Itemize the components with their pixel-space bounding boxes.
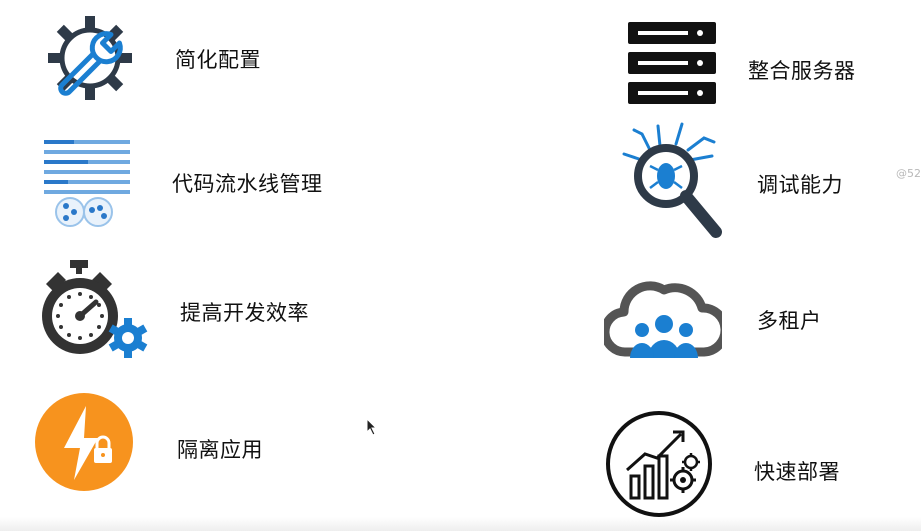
stopwatch-gear-icon <box>42 260 148 358</box>
feature-label: 多租户 <box>757 309 822 333</box>
feature-label: 整合服务器 <box>748 59 856 83</box>
feature-label: 简化配置 <box>175 48 261 72</box>
feature-label: 隔离应用 <box>177 438 263 462</box>
feature-label: 代码流水线管理 <box>172 172 323 196</box>
server-stack-icon <box>628 22 716 104</box>
wrench-gear-icon <box>48 16 132 100</box>
growth-chart-icon <box>606 411 712 517</box>
pipeline-icon <box>44 140 130 227</box>
watermark-text: @52 <box>896 167 921 180</box>
feature-label: 提高开发效率 <box>180 301 309 325</box>
bottom-edge <box>0 517 921 531</box>
feature-label: 快速部署 <box>754 460 840 484</box>
lightning-lock-icon <box>35 393 133 491</box>
bug-magnifier-icon <box>622 122 722 238</box>
feature-label: 调试能力 <box>757 173 843 197</box>
cloud-users-icon <box>604 281 722 358</box>
mouse-cursor-icon <box>366 418 378 436</box>
